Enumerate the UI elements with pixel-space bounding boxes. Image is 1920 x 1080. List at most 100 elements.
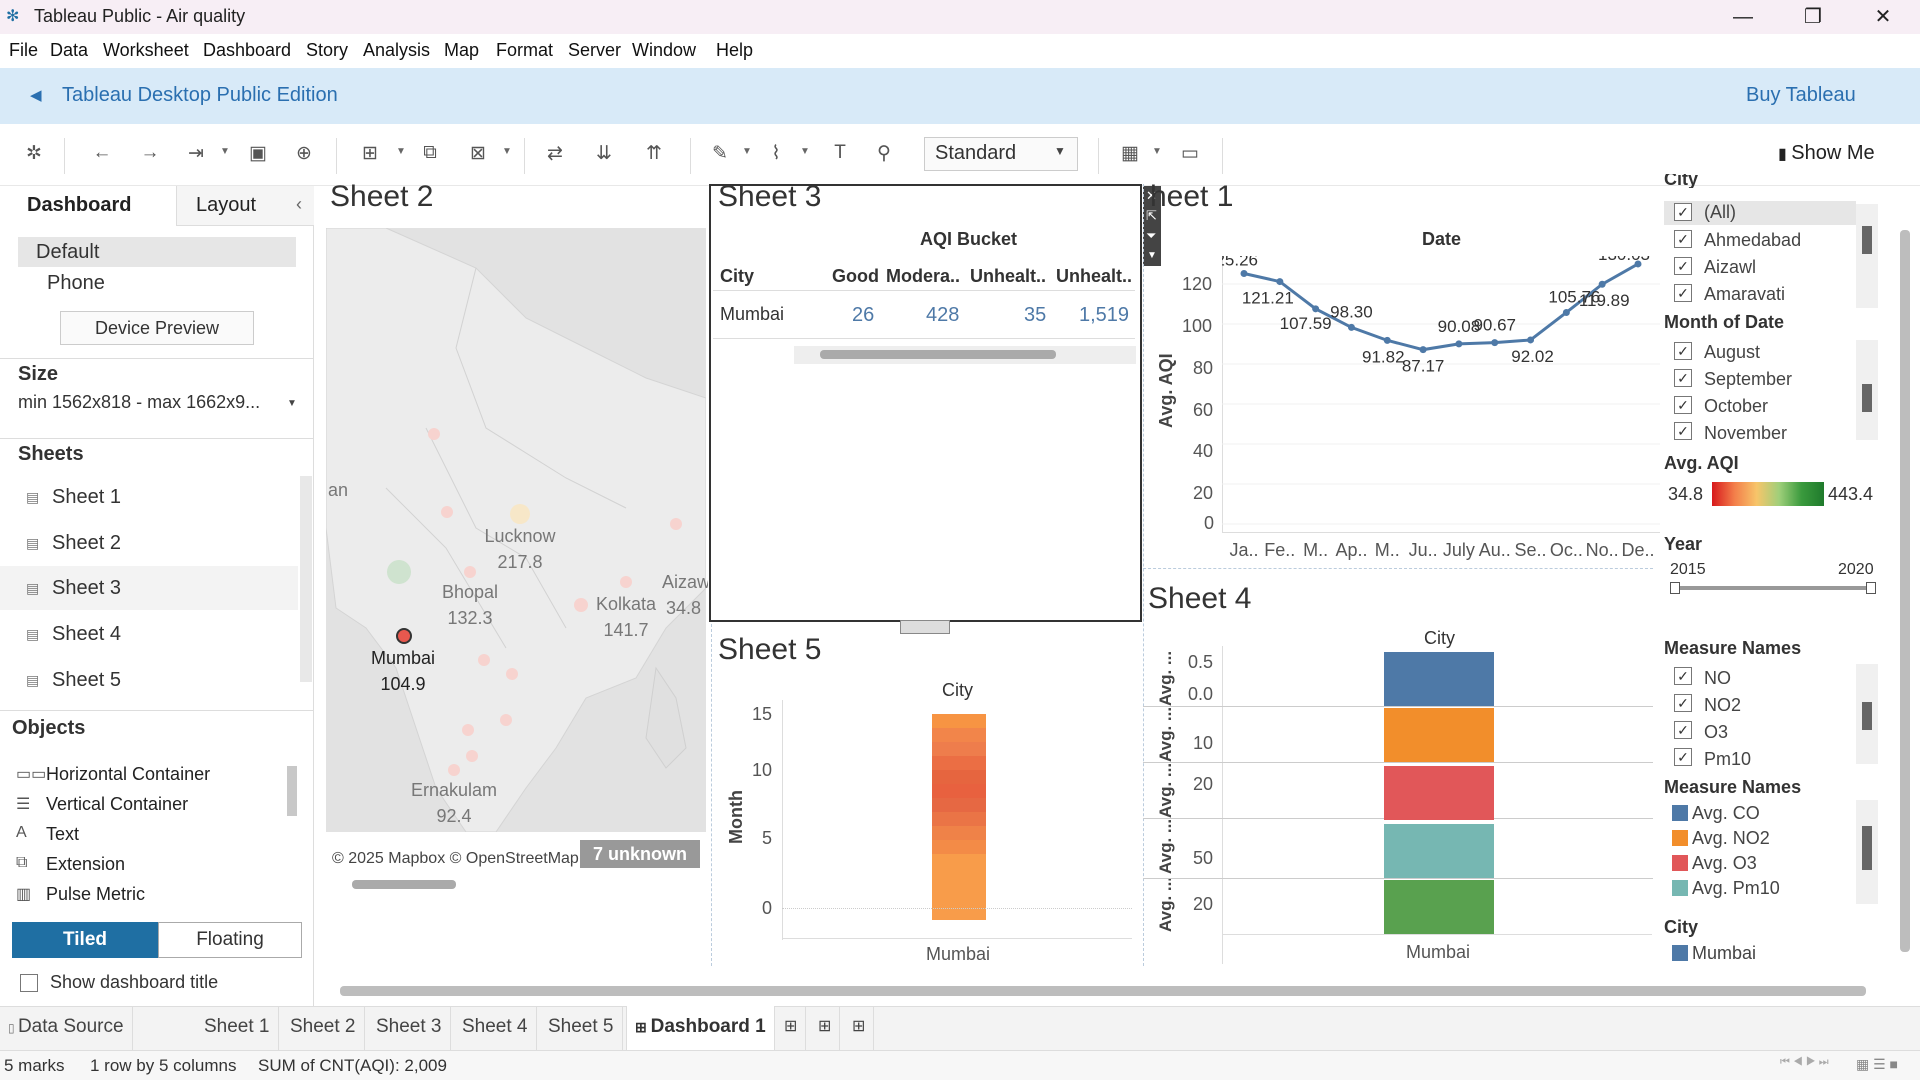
bar-pane-5[interactable]	[1384, 880, 1494, 934]
sheet-item-4[interactable]: Sheet 4	[0, 612, 298, 656]
table-cell[interactable]: 428	[926, 304, 959, 327]
clear-sheet-icon[interactable]: ⊠	[464, 142, 492, 165]
device-phone[interactable]: Phone	[47, 272, 105, 295]
filter-option[interactable]: November	[1704, 423, 1787, 444]
data-point[interactable]	[1491, 339, 1499, 347]
highlight-icon[interactable]: ✎	[706, 142, 734, 165]
menu-window[interactable]: Window	[632, 40, 696, 61]
tab-sheet-5[interactable]: Sheet 5	[540, 1006, 623, 1050]
menu-file[interactable]: File	[9, 40, 38, 61]
filter-checkbox[interactable]: ✓	[1674, 257, 1692, 275]
duplicate-icon[interactable]: ⧉	[416, 142, 444, 164]
show-title-checkbox[interactable]	[20, 974, 38, 992]
chevron-down-icon[interactable]: ▼	[742, 146, 752, 157]
sheet-item-5[interactable]: Sheet 5	[0, 658, 298, 702]
menu-story[interactable]: Story	[306, 40, 348, 61]
filter-checkbox[interactable]: ✓	[1674, 422, 1692, 440]
heat-cell[interactable]	[932, 854, 986, 920]
year-slider-max-handle[interactable]	[1866, 582, 1876, 594]
tab-sheet-3[interactable]: Sheet 3	[368, 1006, 451, 1050]
mumbai-marker[interactable]	[396, 628, 412, 644]
sheet-item-1[interactable]: Sheet 1	[0, 475, 298, 519]
chevron-down-icon[interactable]: ▼	[502, 146, 512, 157]
heat-cell[interactable]	[932, 742, 986, 756]
chevron-down-icon[interactable]: ▼	[220, 146, 230, 157]
table-cell[interactable]: 1,519	[1079, 304, 1129, 327]
data-point[interactable]	[1347, 323, 1355, 331]
redo-icon[interactable]: →	[136, 142, 164, 164]
sheet-item-2[interactable]: Sheet 2	[0, 521, 298, 565]
filter-checkbox[interactable]: ✓	[1674, 284, 1692, 302]
data-point[interactable]	[1598, 280, 1606, 288]
tiled-button[interactable]: Tiled	[12, 922, 158, 958]
data-point[interactable]	[1455, 340, 1463, 348]
chevron-down-icon[interactable]: ▼	[800, 146, 810, 157]
menu-analysis[interactable]: Analysis	[363, 40, 430, 61]
filter-option[interactable]: Pm10	[1704, 749, 1751, 770]
data-point[interactable]	[1276, 278, 1284, 286]
tab-dashboard-1[interactable]: ⊞ Dashboard 1	[626, 1006, 775, 1050]
menu-dashboard[interactable]: Dashboard	[203, 40, 291, 61]
legend-item[interactable]: Mumbai	[1692, 943, 1756, 964]
tab-dashboard[interactable]: Dashboard	[27, 194, 131, 217]
sheet5-heatmap-bar[interactable]	[932, 714, 986, 920]
undo-icon[interactable]: ←	[88, 142, 116, 164]
map-marker[interactable]	[387, 560, 411, 584]
measure-legend-scrollbar[interactable]	[1862, 826, 1872, 870]
heat-cell[interactable]	[932, 714, 986, 728]
new-worksheet-icon[interactable]: ⊞	[776, 1006, 807, 1050]
filter-checkbox[interactable]: ✓	[1674, 694, 1692, 712]
heat-cell[interactable]	[932, 770, 986, 784]
bar-avg-pm10[interactable]	[1384, 824, 1494, 878]
tab-data-source[interactable]: ▯ Data Source	[0, 1006, 133, 1050]
new-dashboard-icon[interactable]: ⊞	[810, 1006, 841, 1050]
tab-nav-icons[interactable]: ⏮ ◀ ▶ ⏭	[1780, 1056, 1829, 1069]
dashboard-horizontal-scrollbar[interactable]	[340, 986, 1866, 996]
filter-option[interactable]: NO	[1704, 668, 1731, 689]
dashboard-vertical-scrollbar[interactable]	[1900, 230, 1910, 952]
map-marker[interactable]	[466, 750, 478, 762]
filter-option[interactable]: Amaravati	[1704, 284, 1785, 305]
presentation-mode-icon[interactable]: ▭	[1176, 142, 1204, 165]
filter-option[interactable]: October	[1704, 396, 1768, 417]
legend-item[interactable]: Avg. O3	[1692, 853, 1757, 874]
tableau-home-icon[interactable]: ✲	[20, 142, 48, 165]
device-preview-button[interactable]: Device Preview	[60, 311, 254, 345]
map-marker[interactable]	[500, 714, 512, 726]
map-marker[interactable]	[462, 724, 474, 736]
map-marker[interactable]	[510, 504, 530, 524]
object-pulse-metric[interactable]: Pulse Metric	[46, 884, 145, 905]
object-vertical-container[interactable]: Vertical Container	[46, 794, 188, 815]
year-slider-track[interactable]	[1674, 586, 1870, 590]
measure-filter-scrollbar[interactable]	[1862, 702, 1872, 730]
heat-cell[interactable]	[932, 728, 986, 742]
filter-option[interactable]: NO2	[1704, 695, 1741, 716]
device-default[interactable]: Default	[36, 241, 99, 264]
bar-avg-o3[interactable]	[1384, 766, 1494, 820]
filter-checkbox[interactable]: ✓	[1674, 230, 1692, 248]
filter-icon[interactable]: ⏷	[1146, 228, 1156, 244]
data-point[interactable]	[1562, 308, 1570, 316]
city-filter-scrollbar[interactable]	[1862, 226, 1872, 254]
tab-layout[interactable]: Layout	[196, 194, 256, 217]
new-story-icon[interactable]: ⊞	[844, 1006, 875, 1050]
size-select[interactable]: min 1562x818 - max 1662x9...	[18, 392, 260, 413]
objects-scrollbar[interactable]	[287, 766, 297, 816]
group-icon[interactable]: ⌇	[762, 142, 790, 165]
object-extension[interactable]: Extension	[46, 854, 125, 875]
new-datasource-icon[interactable]: ⊕	[290, 142, 318, 165]
legend-item[interactable]: Avg. Pm10	[1692, 878, 1780, 899]
close-button[interactable]: ✕	[1848, 2, 1918, 32]
menu-help[interactable]: Help	[716, 40, 753, 61]
legend-item[interactable]: Avg. NO2	[1692, 828, 1770, 849]
floating-button[interactable]: Floating	[158, 922, 302, 958]
tab-sheet-4[interactable]: Sheet 4	[454, 1006, 537, 1050]
swap-axes-icon[interactable]: ⇄	[541, 142, 569, 165]
data-point[interactable]	[1240, 269, 1248, 277]
sort-descending-icon[interactable]: ⇈	[640, 142, 668, 165]
heat-cell[interactable]	[932, 826, 986, 840]
year-slider-min-handle[interactable]	[1670, 582, 1680, 594]
heat-cell[interactable]	[932, 798, 986, 812]
tab-sheet-2[interactable]: Sheet 2	[282, 1006, 365, 1050]
bar-avg-no2[interactable]	[1384, 708, 1494, 762]
